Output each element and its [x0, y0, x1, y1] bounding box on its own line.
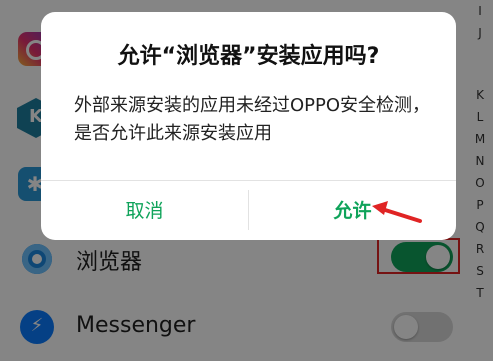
cancel-button[interactable]: 取消 — [41, 182, 248, 240]
screen: K ✱ 浏览器 ⚡ Messenger I J K L M N O P Q R … — [0, 0, 493, 361]
dialog-message: 外部来源安装的应用未经过OPPO安全检测，是否允许此来源安装应用 — [74, 95, 431, 144]
annotation-arrow-icon — [372, 201, 422, 223]
dialog-title: 允许“浏览器”安装应用吗? — [117, 44, 380, 69]
dialog-divider — [41, 180, 456, 181]
